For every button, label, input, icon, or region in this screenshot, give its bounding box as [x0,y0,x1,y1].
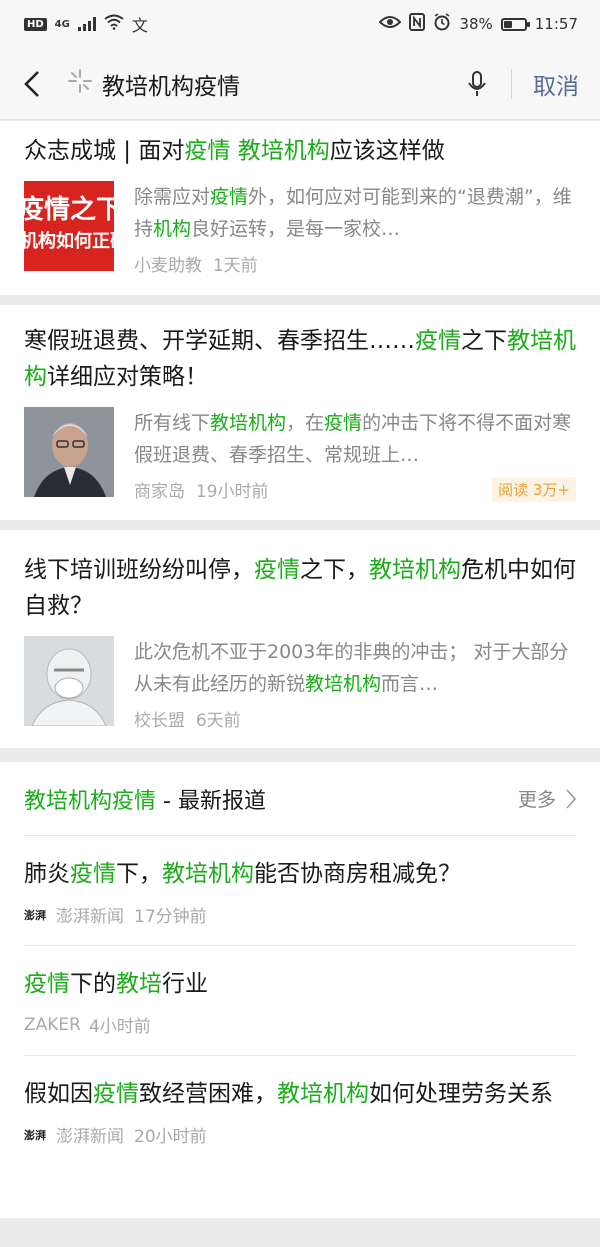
latest-news-header: 教培机构疫情 - 最新报道 更多 [24,762,576,836]
article-source-time: 小麦助教 1天前 [134,256,258,276]
news-list-item[interactable]: 疫情下的教培行业 ZAKER 4小时前 [24,946,576,1056]
thumbnail-headline: 疫情之下 [24,195,114,225]
article-thumbnail: 疫情之下 机构如何正确 [24,181,114,271]
chevron-right-icon [566,788,576,809]
thumbnail-subline: 机构如何正确 [24,231,114,252]
masked-doctor-image [24,636,114,726]
news-source: ZAKER [24,1014,81,1035]
signal-icon [77,17,96,31]
search-header: 教培机构疫情 取消 [0,48,600,120]
back-button[interactable] [0,48,64,120]
latest-news-title: 教培机构疫情 - 最新报道 [24,788,266,814]
more-button[interactable]: 更多 [518,785,576,812]
source-logo: 澎湃 [24,908,46,922]
news-time: 17分钟前 [134,907,207,927]
keyword-highlight: 疫情 [93,1081,139,1107]
nfc-icon [409,13,426,35]
article-thumbnail [24,407,114,497]
keyword-highlight: 教培机构 [210,412,287,434]
latest-news-section: 教培机构疫情 - 最新报道 更多 肺炎疫情下，教培机构能否协商房租减免？ 澎湃 … [0,762,600,1218]
keyword-highlight: 教培机构 [237,138,330,164]
news-title[interactable]: 疫情下的教培行业 [24,966,576,1002]
news-time: 4小时前 [88,1017,151,1037]
keyword-highlight: 疫情 [324,412,363,434]
wifi-icon [104,14,124,34]
article-title[interactable]: 寒假班退费、开学延期、春季招生……疫情之下教培机构详细应对策略！ [24,323,576,395]
article-card[interactable]: 众志成城 | 面对疫情 教培机构应该这样做 疫情之下 机构如何正确 除需应对疫情… [0,121,600,295]
news-list-item[interactable]: 肺炎疫情下，教培机构能否协商房租减免？ 澎湃 澎湃新闻 17分钟前 [24,836,576,946]
article-source-time: 校长盟 6天前 [134,711,241,731]
news-title[interactable]: 假如因疫情致经营困难，教培机构如何处理劳务关系 [24,1076,576,1112]
article-snippet: 所有线下教培机构，在疫情的冲击下将不得不面对寒假班退费、春季招生、常规班上… [134,412,572,466]
battery-icon [500,17,530,31]
read-count-badge: 阅读 3万+ [492,477,576,502]
article-title[interactable]: 众志成城 | 面对疫情 教培机构应该这样做 [24,133,576,169]
keyword-highlight: 教培机构 [305,673,382,695]
voice-search-button[interactable] [442,68,512,99]
microphone-icon [467,70,486,96]
hd-badge: HD [24,17,47,31]
portrait-image [24,407,114,497]
status-bar: HD 4G 文 38% 11:57 [0,0,600,48]
article-source-time: 商家岛 19小时前 [134,482,269,502]
battery-percent: 38% [459,15,493,33]
news-source: 澎湃新闻 [56,1127,124,1147]
keyword-highlight: 疫情 [184,138,231,164]
keyword-highlight: 疫情 [210,186,249,208]
news-time: 20小时前 [134,1127,207,1147]
input-method-icon: 文 [131,16,148,35]
keyword-highlight: 疫情 [70,861,116,887]
network-label: 4G [54,18,70,30]
cancel-button[interactable]: 取消 [512,67,600,101]
keyword-highlight: 教培机构 [162,861,254,887]
clock: 11:57 [534,15,578,33]
article-snippet: 除需应对疫情外，如何应对可能到来的“退费潮”，维持机构良好运转，是每一家校… [134,186,572,240]
alarm-icon [433,13,451,35]
search-input[interactable]: 教培机构疫情 [96,67,442,101]
keyword-highlight: 疫情 [254,557,300,583]
article-snippet: 此次危机不亚于2003年的非典的冲击； 对于大部分从未有此经历的新锐教培机构而言… [134,641,569,695]
article-thumbnail [24,636,114,726]
news-list-item[interactable]: 假如因疫情致经营困难，教培机构如何处理劳务关系 澎湃 澎湃新闻 20小时前 [24,1056,576,1165]
keyword-highlight: 教培 [116,971,162,997]
chevron-left-icon [24,70,39,97]
search-spark-icon [64,68,96,100]
keyword-highlight: 疫情 [415,328,461,354]
article-card[interactable]: 线下培训班纷纷叫停，疫情之下，教培机构危机中如何自救？ 此次危机不亚于2003年… [0,530,600,748]
more-label: 更多 [517,789,556,811]
news-source: 澎湃新闻 [56,907,124,927]
keyword-highlight: 疫情 [24,971,70,997]
article-title[interactable]: 线下培训班纷纷叫停，疫情之下，教培机构危机中如何自救？ [24,552,576,624]
article-card[interactable]: 寒假班退费、开学延期、春季招生……疫情之下教培机构详细应对策略！ 所有线下教培机… [0,305,600,520]
keyword-highlight: 教培机构 [369,557,461,583]
eye-icon [379,15,402,33]
source-logo: 澎湃 [24,1128,46,1142]
keyword-highlight: 教培机构 [277,1081,369,1107]
keyword-highlight: 机构 [153,218,192,240]
news-title[interactable]: 肺炎疫情下，教培机构能否协商房租减免？ [24,856,576,892]
